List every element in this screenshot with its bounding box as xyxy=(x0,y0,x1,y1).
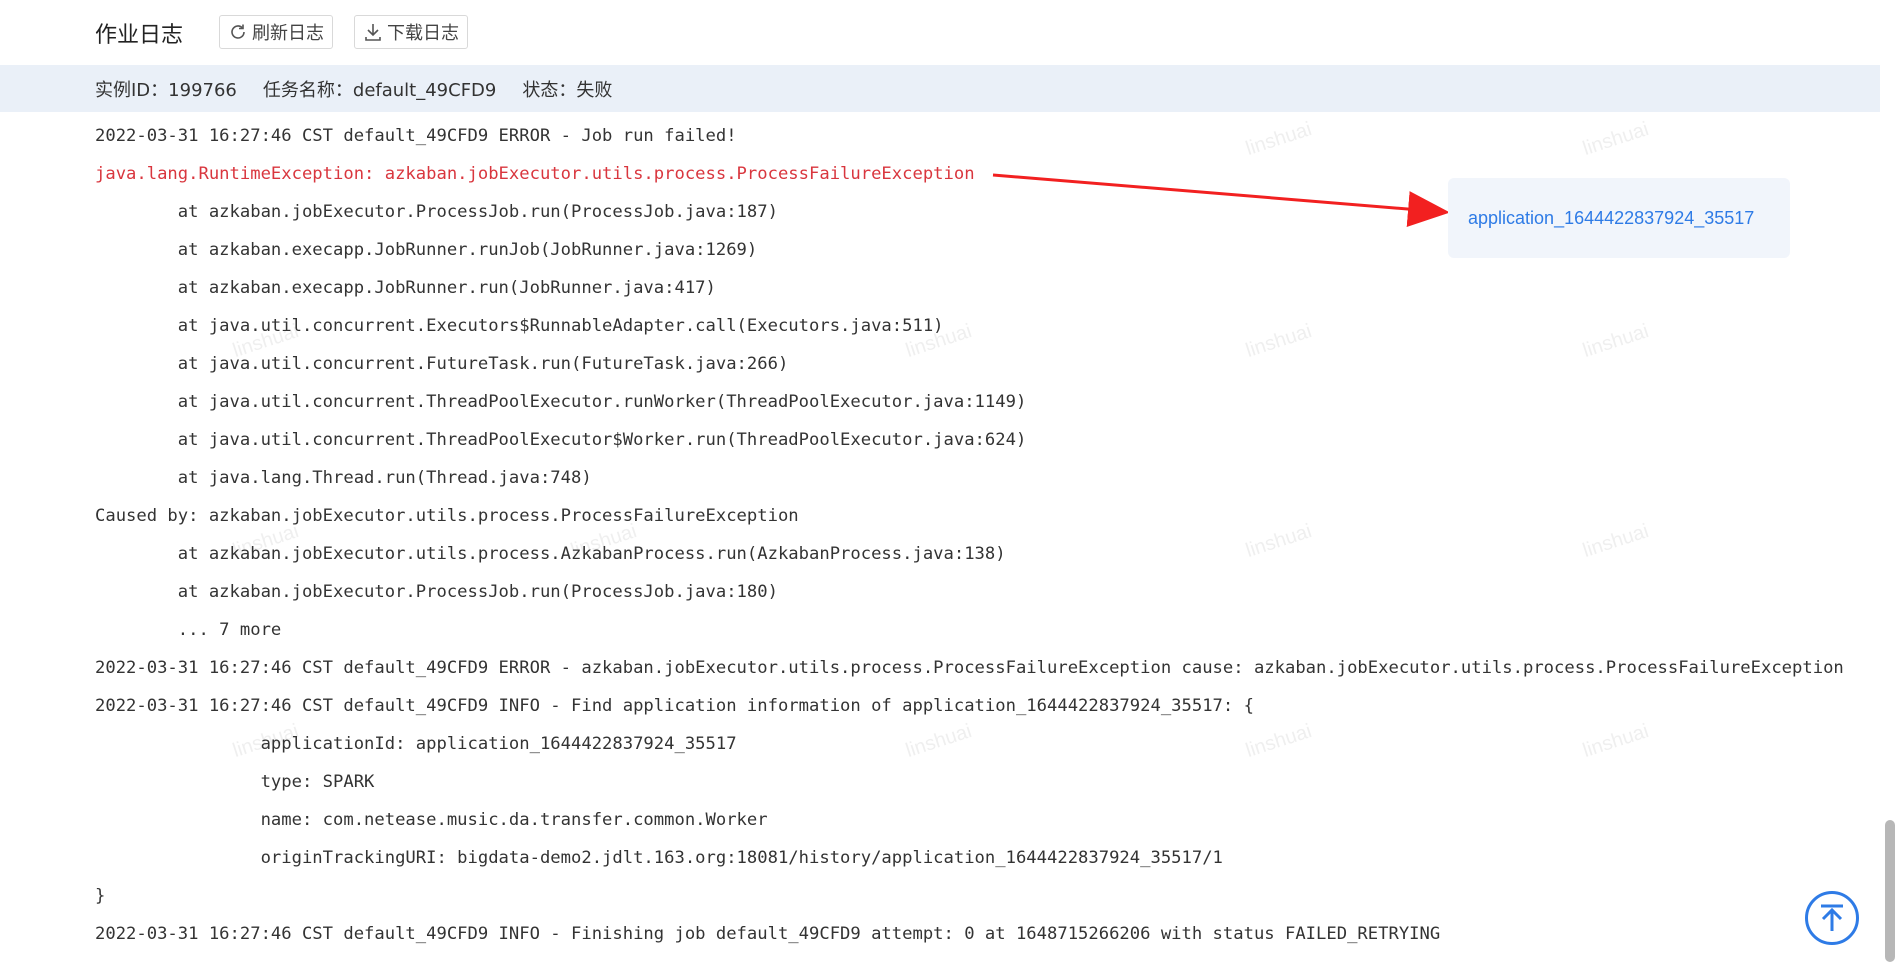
log-line: at java.util.concurrent.Executors$Runnab… xyxy=(95,316,944,336)
log-line: name: com.netease.music.da.transfer.comm… xyxy=(95,810,768,830)
log-line: applicationId: application_1644422837924… xyxy=(95,734,737,754)
page-title: 作业日志 xyxy=(95,23,184,48)
job-info-bar: 实例ID：199766 任务名称：default_49CFD9 状态：失败 xyxy=(0,65,1880,112)
back-to-top-button[interactable] xyxy=(1805,891,1859,945)
log-line: 2022-03-31 16:27:46 CST default_49CFD9 E… xyxy=(95,126,737,146)
refresh-log-button[interactable]: 刷新日志 xyxy=(219,15,333,49)
job-status: 状态：失败 xyxy=(522,79,613,101)
log-line: Caused by: azkaban.jobExecutor.utils.pro… xyxy=(95,506,799,526)
download-icon xyxy=(365,24,381,41)
log-line: at java.lang.Thread.run(Thread.java:748) xyxy=(95,468,592,488)
application-id-link[interactable]: application_1644422837924_35517 xyxy=(1468,208,1754,229)
log-line: at java.util.concurrent.FutureTask.run(F… xyxy=(95,354,789,374)
arrow-up-icon xyxy=(1821,904,1843,931)
instance-id: 实例ID：199766 xyxy=(95,79,237,101)
task-name: 任务名称：default_49CFD9 xyxy=(262,79,497,101)
log-line: ... 7 more xyxy=(95,620,282,640)
log-line: at java.util.concurrent.ThreadPoolExecut… xyxy=(95,430,1027,450)
refresh-log-label: 刷新日志 xyxy=(252,23,324,44)
application-id-callout[interactable]: application_1644422837924_35517 xyxy=(1448,178,1790,258)
refresh-icon xyxy=(231,24,245,39)
log-line: at azkaban.execapp.JobRunner.run(JobRunn… xyxy=(95,278,716,298)
log-line: at azkaban.jobExecutor.ProcessJob.run(Pr… xyxy=(95,582,778,602)
log-line: at azkaban.jobExecutor.utils.process.Azk… xyxy=(95,544,1006,564)
log-line: 2022-03-31 16:27:46 CST default_49CFD9 I… xyxy=(95,696,1254,716)
log-line: } xyxy=(95,886,106,906)
download-log-label: 下载日志 xyxy=(387,23,459,44)
log-line: 2022-03-31 16:27:46 CST default_49CFD9 E… xyxy=(95,658,1844,678)
log-line: type: SPARK xyxy=(95,772,375,792)
log-line: originTrackingURI: bigdata-demo2.jdlt.16… xyxy=(95,848,1223,868)
log-line: at java.util.concurrent.ThreadPoolExecut… xyxy=(95,392,1027,412)
download-log-button[interactable]: 下载日志 xyxy=(354,15,468,49)
vertical-scrollbar[interactable] xyxy=(1881,0,1899,962)
scrollbar-thumb[interactable] xyxy=(1885,820,1895,962)
log-line: 2022-03-31 16:27:46 CST default_49CFD9 I… xyxy=(95,924,1441,944)
page-header: 作业日志 刷新日志 下载日志 xyxy=(0,0,1899,64)
